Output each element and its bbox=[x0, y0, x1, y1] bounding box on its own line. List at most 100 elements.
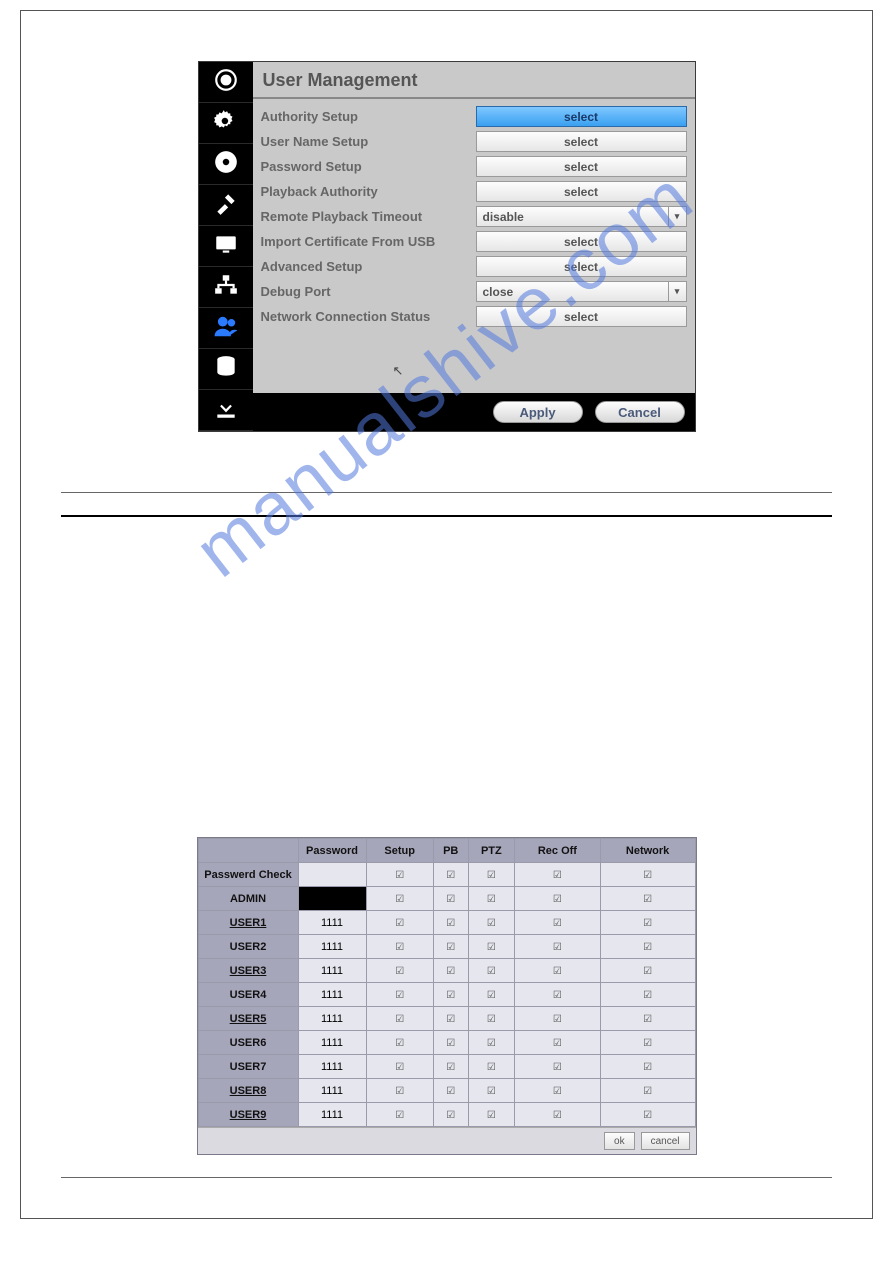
checkbox-cell[interactable]: ☑ bbox=[468, 1031, 514, 1055]
checkbox-cell[interactable]: ☑ bbox=[433, 983, 468, 1007]
checkbox-cell[interactable]: ☑ bbox=[468, 983, 514, 1007]
checkbox-cell[interactable]: ☑ bbox=[600, 935, 695, 959]
sidebar-item-network[interactable] bbox=[199, 267, 253, 308]
ok-button[interactable]: ok bbox=[604, 1132, 635, 1150]
row-name[interactable]: USER9 bbox=[198, 1103, 298, 1127]
checkbox-cell[interactable]: ☑ bbox=[515, 1103, 601, 1127]
row-name[interactable]: USER1 bbox=[198, 911, 298, 935]
checkbox-cell[interactable]: ☑ bbox=[515, 887, 601, 911]
checkbox-cell[interactable]: ☑ bbox=[433, 887, 468, 911]
checkbox-cell[interactable]: ☑ bbox=[366, 1079, 433, 1103]
checkbox-cell[interactable]: ☑ bbox=[600, 887, 695, 911]
setting-select-button[interactable]: select bbox=[476, 131, 687, 152]
sidebar-item-disc[interactable] bbox=[199, 144, 253, 185]
apply-button[interactable]: Apply bbox=[493, 401, 583, 423]
setting-select-button[interactable]: select bbox=[476, 106, 687, 127]
row-name: USER7 bbox=[198, 1055, 298, 1079]
setting-dropdown[interactable]: disable▾ bbox=[476, 206, 687, 227]
password-cell[interactable] bbox=[298, 863, 366, 887]
sidebar-item-camera[interactable] bbox=[199, 62, 253, 103]
checkbox-cell[interactable]: ☑ bbox=[366, 935, 433, 959]
checkbox-cell[interactable]: ☑ bbox=[468, 935, 514, 959]
checkbox-cell[interactable]: ☑ bbox=[515, 959, 601, 983]
checkbox-cell[interactable]: ☑ bbox=[515, 935, 601, 959]
setting-select-button[interactable]: select bbox=[476, 306, 687, 327]
checkbox-cell[interactable]: ☑ bbox=[433, 911, 468, 935]
row-name[interactable]: USER5 bbox=[198, 1007, 298, 1031]
checkbox-cell[interactable]: ☑ bbox=[468, 911, 514, 935]
password-cell[interactable]: 1111 bbox=[298, 1055, 366, 1079]
checkbox-cell[interactable]: ☑ bbox=[600, 959, 695, 983]
setting-select-button[interactable]: select bbox=[476, 256, 687, 277]
password-cell[interactable]: 1111 bbox=[298, 983, 366, 1007]
checkbox-cell[interactable]: ☑ bbox=[468, 1007, 514, 1031]
checkbox-cell[interactable]: ☑ bbox=[468, 887, 514, 911]
password-cell[interactable]: 1111 bbox=[298, 1031, 366, 1055]
table-row: USER31111☑☑☑☑☑ bbox=[198, 959, 695, 983]
checkbox-cell[interactable]: ☑ bbox=[515, 1007, 601, 1031]
checkbox-cell[interactable]: ☑ bbox=[366, 1007, 433, 1031]
checkbox-cell[interactable]: ☑ bbox=[468, 863, 514, 887]
password-cell[interactable]: 1111 bbox=[298, 959, 366, 983]
checkbox-cell[interactable]: ☑ bbox=[600, 1079, 695, 1103]
checkbox-cell[interactable]: ☑ bbox=[468, 959, 514, 983]
sidebar-item-monitor[interactable] bbox=[199, 226, 253, 267]
checkbox-icon: ☑ bbox=[446, 990, 455, 1001]
checkbox-cell[interactable]: ☑ bbox=[600, 1103, 695, 1127]
cancel-button[interactable]: Cancel bbox=[595, 401, 685, 423]
password-cell[interactable]: 1111 bbox=[298, 1079, 366, 1103]
setting-select-button[interactable]: select bbox=[476, 181, 687, 202]
checkbox-cell[interactable]: ☑ bbox=[600, 863, 695, 887]
checkbox-cell[interactable]: ☑ bbox=[433, 863, 468, 887]
checkbox-cell[interactable]: ☑ bbox=[600, 983, 695, 1007]
checkbox-cell[interactable]: ☑ bbox=[366, 1103, 433, 1127]
checkbox-cell[interactable]: ☑ bbox=[515, 1031, 601, 1055]
sidebar-item-download[interactable] bbox=[199, 390, 253, 431]
password-cell[interactable] bbox=[298, 887, 366, 911]
chevron-down-icon: ▾ bbox=[668, 207, 686, 226]
password-cell[interactable]: 1111 bbox=[298, 935, 366, 959]
checkbox-cell[interactable]: ☑ bbox=[433, 935, 468, 959]
checkbox-icon: ☑ bbox=[487, 990, 496, 1001]
setting-select-button[interactable]: select bbox=[476, 231, 687, 252]
sidebar-item-users[interactable] bbox=[199, 308, 253, 349]
checkbox-cell[interactable]: ☑ bbox=[468, 1103, 514, 1127]
sidebar-item-gears[interactable] bbox=[199, 103, 253, 144]
checkbox-cell[interactable]: ☑ bbox=[433, 1103, 468, 1127]
sidebar-item-tools[interactable] bbox=[199, 185, 253, 226]
cancel-button[interactable]: cancel bbox=[641, 1132, 690, 1150]
checkbox-cell[interactable]: ☑ bbox=[515, 1055, 601, 1079]
password-cell[interactable]: 1111 bbox=[298, 911, 366, 935]
table-row: ADMIN☑☑☑☑☑ bbox=[198, 887, 695, 911]
checkbox-cell[interactable]: ☑ bbox=[366, 1031, 433, 1055]
checkbox-cell[interactable]: ☑ bbox=[468, 1079, 514, 1103]
checkbox-cell[interactable]: ☑ bbox=[600, 1031, 695, 1055]
checkbox-cell[interactable]: ☑ bbox=[366, 887, 433, 911]
sidebar-item-database[interactable] bbox=[199, 349, 253, 390]
row-name[interactable]: USER3 bbox=[198, 959, 298, 983]
setting-dropdown[interactable]: close▾ bbox=[476, 281, 687, 302]
checkbox-cell[interactable]: ☑ bbox=[433, 959, 468, 983]
checkbox-cell[interactable]: ☑ bbox=[366, 959, 433, 983]
checkbox-cell[interactable]: ☑ bbox=[600, 1007, 695, 1031]
checkbox-cell[interactable]: ☑ bbox=[366, 911, 433, 935]
password-cell[interactable]: 1111 bbox=[298, 1103, 366, 1127]
checkbox-cell[interactable]: ☑ bbox=[433, 1079, 468, 1103]
checkbox-cell[interactable]: ☑ bbox=[600, 911, 695, 935]
checkbox-cell[interactable]: ☑ bbox=[366, 983, 433, 1007]
checkbox-cell[interactable]: ☑ bbox=[600, 1055, 695, 1079]
checkbox-cell[interactable]: ☑ bbox=[515, 1079, 601, 1103]
setting-select-button[interactable]: select bbox=[476, 156, 687, 177]
row-name[interactable]: USER8 bbox=[198, 1079, 298, 1103]
checkbox-cell[interactable]: ☑ bbox=[433, 1007, 468, 1031]
password-cell[interactable]: 1111 bbox=[298, 1007, 366, 1031]
checkbox-cell[interactable]: ☑ bbox=[515, 983, 601, 1007]
checkbox-cell[interactable]: ☑ bbox=[433, 1031, 468, 1055]
checkbox-cell[interactable]: ☑ bbox=[468, 1055, 514, 1079]
setting-row: Playback Authorityselect bbox=[261, 180, 687, 203]
checkbox-cell[interactable]: ☑ bbox=[366, 863, 433, 887]
checkbox-cell[interactable]: ☑ bbox=[515, 863, 601, 887]
checkbox-cell[interactable]: ☑ bbox=[515, 911, 601, 935]
checkbox-cell[interactable]: ☑ bbox=[366, 1055, 433, 1079]
checkbox-cell[interactable]: ☑ bbox=[433, 1055, 468, 1079]
